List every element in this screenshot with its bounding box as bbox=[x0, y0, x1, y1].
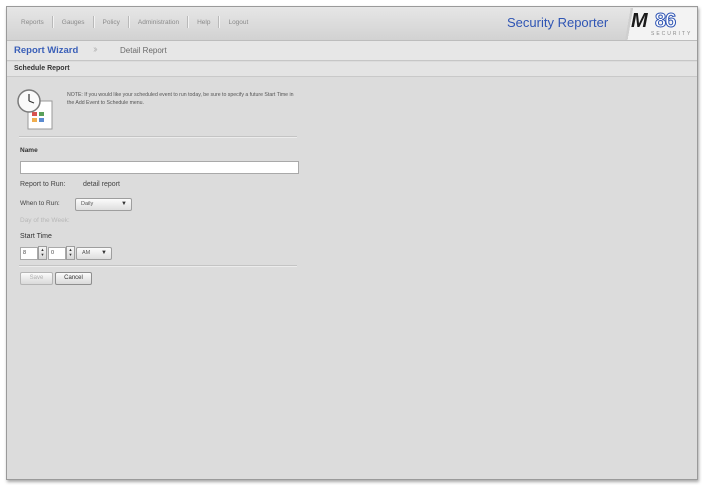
logo-subtitle: SECURITY bbox=[651, 31, 693, 37]
when-to-run-value: Daily bbox=[81, 201, 94, 207]
hour-spinner-arrows-icon[interactable]: ▲ ▼ bbox=[38, 246, 47, 260]
divider bbox=[19, 136, 297, 138]
chevron-down-icon: ▼ bbox=[101, 250, 107, 256]
breadcrumb-report-wizard[interactable]: Report Wizard bbox=[14, 45, 78, 56]
menu-administration[interactable]: Administration bbox=[130, 19, 187, 26]
when-to-run-label: When to Run: bbox=[20, 200, 60, 207]
minute-input[interactable]: 0 bbox=[48, 247, 66, 260]
top-navigation-bar: Reports Gauges Policy Administration Hel… bbox=[7, 7, 697, 41]
name-label: Name bbox=[20, 147, 38, 154]
start-time-label: Start Time bbox=[20, 233, 52, 240]
schedule-note: NOTE: If you would like your scheduled e… bbox=[67, 92, 294, 106]
clock-calendar-icon bbox=[17, 89, 53, 130]
logo-letter-m: M bbox=[631, 10, 648, 32]
when-to-run-select[interactable]: Daily ▼ bbox=[75, 198, 132, 211]
divider bbox=[19, 265, 297, 267]
menu-reports[interactable]: Reports bbox=[13, 19, 52, 26]
menu-policy[interactable]: Policy bbox=[95, 19, 128, 26]
ampm-select[interactable]: AM ▼ bbox=[76, 247, 112, 260]
main-menu: Reports Gauges Policy Administration Hel… bbox=[13, 16, 256, 28]
breadcrumb-chevron-icon: ›› bbox=[93, 44, 97, 55]
m86-security-logo: M 86 SECURITY bbox=[619, 8, 697, 40]
menu-logout[interactable]: Logout bbox=[220, 19, 256, 26]
hour-value: 8 bbox=[23, 250, 27, 256]
section-header: Schedule Report bbox=[7, 62, 697, 77]
section-title: Schedule Report bbox=[14, 65, 70, 72]
breadcrumb-detail-report: Detail Report bbox=[120, 46, 167, 55]
minute-spinner-arrows-icon[interactable]: ▲ ▼ bbox=[66, 246, 75, 260]
app-window: Reports Gauges Policy Administration Hel… bbox=[6, 6, 698, 480]
cancel-button[interactable]: Cancel bbox=[55, 272, 92, 285]
schedule-report-panel: NOTE: If you would like your scheduled e… bbox=[7, 77, 697, 479]
save-button[interactable]: Save bbox=[20, 272, 53, 285]
hour-input[interactable]: 8 bbox=[20, 247, 38, 260]
logo-number: 86 bbox=[654, 10, 676, 33]
name-input[interactable] bbox=[20, 161, 299, 174]
breadcrumb: Report Wizard ›› Detail Report bbox=[7, 41, 697, 61]
menu-help[interactable]: Help bbox=[189, 19, 218, 26]
chevron-down-icon: ▼ bbox=[121, 201, 127, 207]
day-of-week-label: Day of the Week: bbox=[20, 217, 70, 224]
menu-gauges[interactable]: Gauges bbox=[54, 19, 93, 26]
report-to-run-value: detail report bbox=[83, 181, 120, 188]
report-to-run-label: Report to Run: bbox=[20, 181, 66, 188]
minute-value: 0 bbox=[51, 250, 55, 256]
app-title: Security Reporter bbox=[507, 15, 609, 30]
ampm-value: AM bbox=[82, 250, 91, 256]
